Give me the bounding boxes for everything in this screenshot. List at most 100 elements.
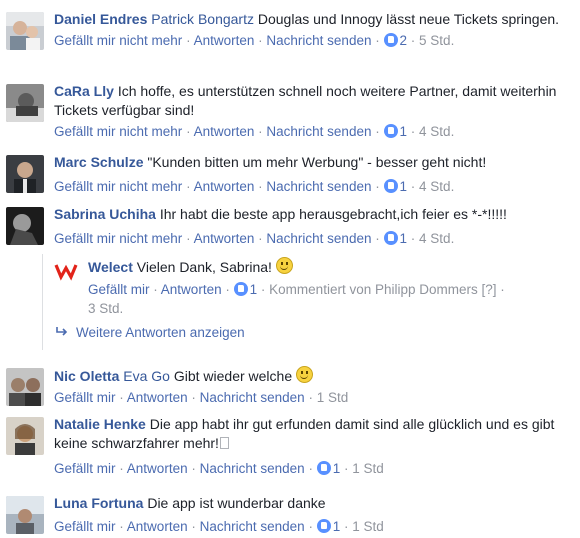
comment-text: Vielen Dank, Sabrina! bbox=[136, 259, 272, 275]
separator: · bbox=[258, 124, 263, 139]
like-button[interactable]: Gefällt mir nicht mehr bbox=[54, 231, 182, 246]
separator: · bbox=[119, 519, 124, 534]
send-message-button[interactable]: Nachricht senden bbox=[200, 461, 305, 476]
author-name[interactable]: Luna Fortuna bbox=[54, 495, 143, 511]
welect-logo-icon[interactable] bbox=[54, 259, 78, 283]
avatar[interactable] bbox=[6, 207, 44, 245]
comment-actions: Gefällt mir nicht mehr · Antworten · Nac… bbox=[54, 31, 572, 50]
send-message-button[interactable]: Nachricht senden bbox=[266, 231, 371, 246]
separator: · bbox=[410, 231, 416, 246]
like-button[interactable]: Gefällt mir nicht mehr bbox=[54, 179, 182, 194]
like-button[interactable]: Gefällt mir bbox=[54, 390, 116, 405]
like-button[interactable]: Gefällt mir nicht mehr bbox=[54, 124, 182, 139]
timestamp[interactable]: 1 Std bbox=[352, 461, 384, 476]
separator: · bbox=[500, 282, 505, 297]
like-icon[interactable] bbox=[383, 179, 398, 193]
author-name[interactable]: CaRa Lly bbox=[54, 83, 114, 99]
timestamp[interactable]: 5 Std. bbox=[419, 33, 454, 48]
send-message-button[interactable]: Nachricht senden bbox=[200, 519, 305, 534]
avatar[interactable] bbox=[6, 368, 44, 406]
like-count[interactable]: 1 bbox=[400, 231, 408, 246]
reply-button[interactable]: Antworten bbox=[127, 390, 188, 405]
separator: · bbox=[410, 33, 416, 48]
more-replies-link[interactable]: Weitere Antworten anzeigen bbox=[56, 325, 245, 340]
author-name[interactable]: Sabrina Uchiha bbox=[54, 206, 156, 222]
avatar[interactable] bbox=[6, 84, 44, 122]
like-count[interactable]: 1 bbox=[400, 179, 408, 194]
send-message-button[interactable]: Nachricht senden bbox=[266, 179, 371, 194]
tagged-user[interactable]: Patrick Bongartz bbox=[151, 11, 254, 27]
comment-body: Nic Oletta Eva Go Gibt wieder welche Gef… bbox=[54, 366, 572, 407]
like-button[interactable]: Gefällt mir bbox=[88, 282, 150, 297]
separator: · bbox=[375, 124, 380, 139]
smiley-icon bbox=[275, 257, 293, 274]
avatar[interactable] bbox=[6, 155, 44, 193]
separator: · bbox=[344, 461, 349, 476]
reply-button[interactable]: Antworten bbox=[194, 33, 255, 48]
commented-by: Kommentiert von Philipp Dommers bbox=[269, 282, 478, 297]
comment-body: Sabrina Uchiha Ihr habt die beste app he… bbox=[54, 205, 572, 248]
more-replies-label[interactable]: Weitere Antworten anzeigen bbox=[76, 325, 245, 340]
like-button[interactable]: Gefällt mir bbox=[54, 461, 116, 476]
separator: · bbox=[308, 519, 313, 534]
reply-button[interactable]: Antworten bbox=[127, 519, 188, 534]
author-name[interactable]: Welect bbox=[88, 259, 133, 275]
comment-actions: Gefällt mir · Antworten · 1 · Kommentier… bbox=[88, 280, 554, 299]
separator: · bbox=[153, 282, 158, 297]
comment-actions: Gefällt mir nicht mehr · Antworten · Nac… bbox=[54, 229, 572, 248]
like-icon[interactable] bbox=[383, 231, 398, 245]
comment-actions: Gefällt mir nicht mehr · Antworten · Nac… bbox=[54, 122, 572, 141]
timestamp[interactable]: 4 Std. bbox=[419, 179, 454, 194]
comment-body: Natalie Henke Die app habt ihr gut erfun… bbox=[54, 415, 572, 478]
separator: · bbox=[258, 33, 263, 48]
author-name[interactable]: Nic Oletta bbox=[54, 368, 119, 384]
separator: · bbox=[186, 33, 191, 48]
like-count[interactable]: 1 bbox=[333, 519, 341, 534]
like-icon[interactable] bbox=[233, 282, 248, 296]
tagged-user[interactable]: Eva Go bbox=[123, 368, 170, 384]
avatar[interactable] bbox=[6, 12, 44, 50]
like-button[interactable]: Gefällt mir nicht mehr bbox=[54, 33, 182, 48]
comment-body: Marc Schulze "Kunden bitten um mehr Werb… bbox=[54, 153, 572, 196]
reply-arrow-icon bbox=[56, 325, 68, 340]
author-name[interactable]: Marc Schulze bbox=[54, 154, 143, 170]
timestamp[interactable]: 4 Std. bbox=[419, 231, 454, 246]
author-name[interactable]: Daniel Endres bbox=[54, 11, 147, 27]
like-count[interactable]: 1 bbox=[400, 124, 408, 139]
reply-button[interactable]: Antworten bbox=[161, 282, 222, 297]
like-count[interactable]: 2 bbox=[400, 33, 408, 48]
separator: · bbox=[410, 124, 416, 139]
help-link[interactable]: [?] bbox=[482, 282, 497, 297]
separator: · bbox=[119, 390, 124, 405]
author-name[interactable]: Natalie Henke bbox=[54, 416, 146, 432]
send-message-button[interactable]: Nachricht senden bbox=[200, 390, 305, 405]
separator: · bbox=[186, 124, 191, 139]
timestamp[interactable]: 3 Std. bbox=[88, 299, 554, 318]
comment-text: Ihr habt die beste app herausgebracht,ic… bbox=[159, 206, 507, 222]
like-icon[interactable] bbox=[383, 124, 398, 138]
avatar[interactable] bbox=[6, 417, 44, 455]
send-message-button[interactable]: Nachricht senden bbox=[266, 33, 371, 48]
like-icon[interactable] bbox=[383, 33, 398, 47]
like-icon[interactable] bbox=[316, 519, 331, 533]
avatar[interactable] bbox=[6, 496, 44, 534]
timestamp[interactable]: 1 Std bbox=[352, 519, 384, 534]
like-count[interactable]: 1 bbox=[250, 282, 258, 297]
separator: · bbox=[186, 231, 191, 246]
reply-button[interactable]: Antworten bbox=[194, 231, 255, 246]
like-button[interactable]: Gefällt mir bbox=[54, 519, 116, 534]
smiley-icon bbox=[296, 366, 314, 383]
separator: · bbox=[258, 231, 263, 246]
like-count[interactable]: 1 bbox=[333, 461, 341, 476]
timestamp[interactable]: 1 Std bbox=[317, 390, 349, 405]
reply-button[interactable]: Antworten bbox=[194, 179, 255, 194]
comment-actions: Gefällt mir · Antworten · Nachricht send… bbox=[54, 517, 572, 536]
separator: · bbox=[191, 390, 196, 405]
reply-button[interactable]: Antworten bbox=[127, 461, 188, 476]
reply-button[interactable]: Antworten bbox=[194, 124, 255, 139]
comment-actions: Gefällt mir · Antworten · Nachricht send… bbox=[54, 459, 572, 478]
like-icon[interactable] bbox=[316, 461, 331, 475]
send-message-button[interactable]: Nachricht senden bbox=[266, 124, 371, 139]
timestamp[interactable]: 4 Std. bbox=[419, 124, 454, 139]
separator: · bbox=[186, 179, 191, 194]
